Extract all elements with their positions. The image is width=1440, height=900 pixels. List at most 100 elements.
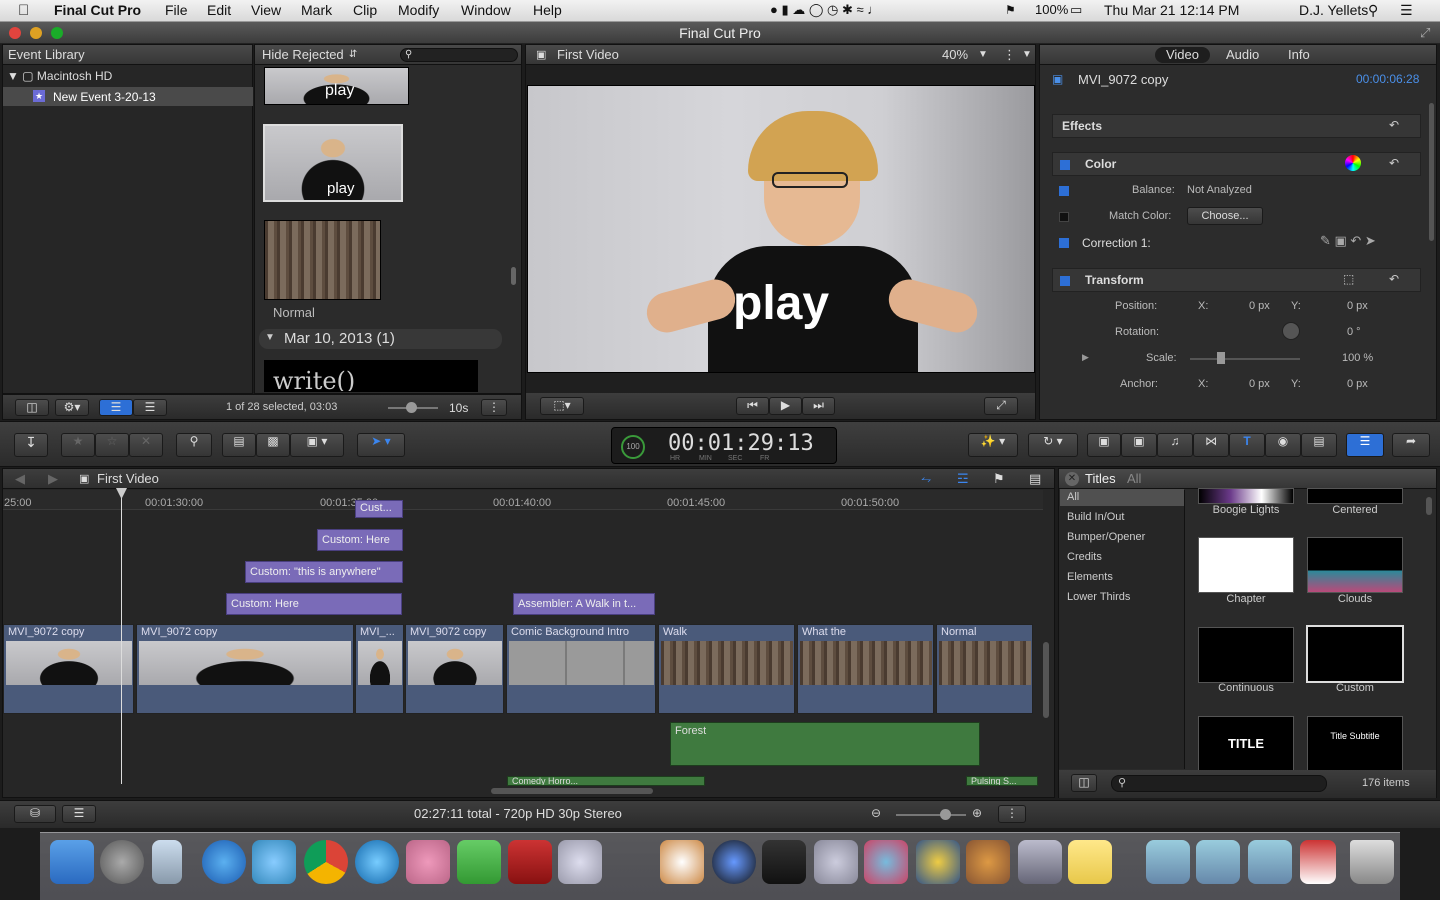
audio-clip[interactable]: Comedy Horro... [507,776,705,786]
category-build[interactable]: Build In/Out [1067,511,1124,523]
chrome-icon[interactable] [304,840,348,884]
action-menu-button[interactable]: ⚙▾ [55,399,89,416]
import-button[interactable]: ↧ [14,433,48,457]
clip-thumbnail-selected[interactable]: play [263,124,403,202]
launchpad-icon[interactable] [100,840,144,884]
appearance-button[interactable]: ⋮ [481,399,507,416]
filmstrip-view-button[interactable]: ☰ [99,399,133,416]
color-section[interactable]: Color ↶ [1052,152,1421,176]
choose-button[interactable]: Choose... [1187,207,1263,225]
keyword-button[interactable]: ⚲ [176,433,212,457]
title-clip[interactable]: Assembler: A Walk in t... [513,593,655,615]
video-clip[interactable]: MVI_... [355,624,404,714]
search-input[interactable]: ⚲ [400,48,518,62]
rotation-value[interactable]: 0 ° [1347,326,1361,338]
sidebar-toggle-button[interactable]: ◫ [1071,774,1097,792]
select-tool-button[interactable]: ➤ ▾ [357,433,405,457]
correction-checkbox[interactable] [1059,238,1069,248]
video-clip[interactable]: What the [797,624,934,714]
zoom-dropdown-icon[interactable]: ▼ [978,45,988,65]
effects-section[interactable]: Effects ↶ [1052,114,1421,138]
video-clip[interactable]: Walk [658,624,795,714]
video-clip[interactable]: Normal [936,624,1033,714]
zoom-slider[interactable] [388,402,438,413]
reset-icon[interactable]: ↶ [1389,156,1399,170]
titles-scrollbar[interactable] [1426,497,1432,515]
menu-mark[interactable]: Mark [301,2,332,18]
app-icon[interactable] [406,840,450,884]
app-icon[interactable] [814,840,858,884]
disclosure-icon[interactable]: ▼ [7,69,19,83]
event-row-selected[interactable]: ★ New Event 3-20-13 [3,87,253,106]
dashboard[interactable]: 100 00:01:29:13 HR MIN SEC FR [611,427,837,464]
audio-clip[interactable]: Pulsing S... [966,776,1038,786]
view-dropdown-icon[interactable]: ▼ [1022,45,1032,65]
finder-icon[interactable] [50,840,94,884]
playhead[interactable] [121,488,122,784]
category-credits[interactable]: Credits [1067,551,1102,563]
clip-thumbnail[interactable]: play [264,67,409,105]
title-clip[interactable]: Cust... [355,500,403,518]
folder-icon[interactable] [1248,840,1292,884]
battery-icon[interactable]: ▭ [1070,2,1082,18]
fullscreen-playback-button[interactable]: ⤢ [984,397,1018,415]
category-lower-thirds[interactable]: Lower Thirds [1067,591,1130,603]
music-browser-button[interactable]: ♫ [1157,433,1193,457]
scale-disclosure-icon[interactable]: ▶ [1082,352,1089,363]
browser-scrollbar[interactable] [511,267,516,285]
tab-audio[interactable]: Audio [1226,45,1259,65]
close-icon[interactable]: ✕ [1065,472,1079,486]
back-icon[interactable]: ◀ [15,469,25,489]
inspector-button[interactable]: ☰ [1346,433,1384,457]
position-y-value[interactable]: 0 px [1347,300,1368,312]
menu-window[interactable]: Window [461,2,511,18]
zoom-out-icon[interactable]: ⊖ [871,806,881,820]
disk-row[interactable]: ▼ ▢ Macintosh HD [7,69,112,83]
insert-button[interactable]: ▩ [256,433,290,457]
transform-section[interactable]: Transform ⬚ ↶ [1052,268,1421,292]
forward-icon[interactable]: ▶ [48,469,58,489]
evernote-icon[interactable] [457,840,501,884]
title-clip[interactable]: Custom: Here [317,529,403,551]
timeline-index-button[interactable]: ☰ [62,805,96,823]
view-options-icon[interactable]: ⋮ [1003,45,1016,65]
effects-browser-button[interactable]: ▣ [1087,433,1121,457]
timeline-vscrollbar[interactable] [1043,642,1049,718]
tab-info[interactable]: Info [1288,45,1310,65]
title-thumbnail[interactable] [1198,488,1294,504]
itunes-icon[interactable] [355,840,399,884]
enhance-button[interactable]: ✨ ▾ [968,433,1018,457]
title-thumbnail[interactable]: Title Subtitle [1307,716,1403,772]
close-button[interactable] [9,27,21,39]
category-all[interactable]: All [1067,491,1079,503]
skimming-icon[interactable]: ⥊ [921,469,931,489]
app-icon[interactable] [660,840,704,884]
menu-clip[interactable]: Clip [353,2,377,18]
video-clip[interactable]: MVI_9072 copy [405,624,504,714]
video-clip[interactable]: Comic Background Intro [506,624,656,714]
tab-video[interactable]: Video [1155,47,1210,63]
zoom-button[interactable] [51,27,63,39]
timecode-display[interactable]: 00:01:29:13 [668,431,814,456]
timeline-hscrollbar[interactable] [491,788,653,794]
color-enable-checkbox[interactable] [1060,160,1070,170]
user-menu[interactable]: D.J. Yellets [1299,2,1368,18]
flag-icon[interactable]: ⚑ [1005,3,1016,17]
menu-view[interactable]: View [251,2,281,18]
video-clip[interactable]: MVI_9072 copy [3,624,134,714]
reset-icon[interactable]: ↶ [1389,272,1399,286]
background-tasks-indicator[interactable]: 100 [621,435,645,459]
previous-edit-button[interactable]: ⏮ [736,397,769,415]
disclosure-icon[interactable]: ▼ [265,332,275,343]
app-icon[interactable] [916,840,960,884]
anchor-x-value[interactable]: 0 px [1249,378,1270,390]
video-clip[interactable]: MVI_9072 copy [136,624,354,714]
app-icon[interactable] [864,840,908,884]
app-icon[interactable] [712,840,756,884]
color-board-icon[interactable] [1345,155,1361,171]
anchor-y-value[interactable]: 0 px [1347,378,1368,390]
favorite-button[interactable]: ★ [61,433,95,457]
app-icon[interactable] [1018,840,1062,884]
category-elements[interactable]: Elements [1067,571,1113,583]
stickies-icon[interactable] [1068,840,1112,884]
